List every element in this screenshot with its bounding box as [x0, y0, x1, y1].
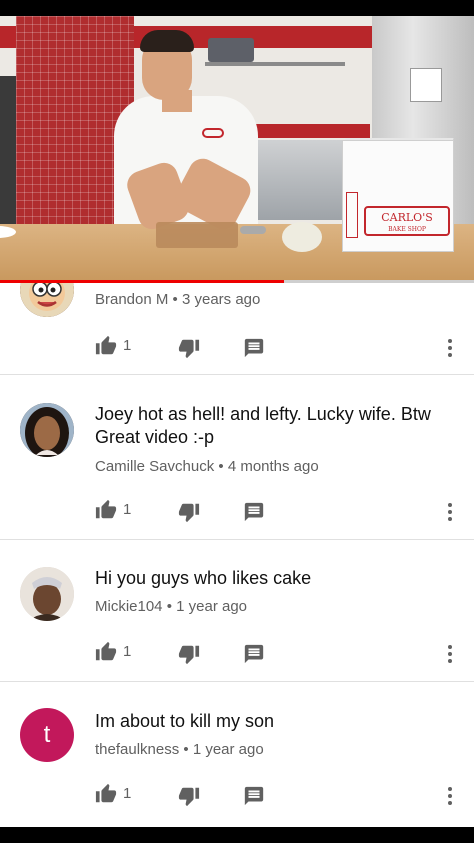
comment-menu-button[interactable] — [441, 785, 459, 807]
cake-box-logo: CARLO'S BAKE SHOP — [364, 206, 450, 236]
comment-author[interactable]: Mickie104 — [95, 598, 163, 615]
avatar-letter: t — [43, 721, 51, 748]
comment-icon — [244, 786, 264, 806]
like-button[interactable] — [95, 335, 117, 357]
comment-text: Im about to kill my son — [95, 711, 275, 731]
like-count: 1 — [123, 643, 132, 660]
more-vertical-icon — [448, 787, 452, 805]
wall-stripe-2 — [250, 124, 370, 138]
thumbs-up-icon — [95, 499, 117, 519]
comment-text: Hi you guys who likes cake — [95, 568, 312, 588]
thumbs-down-icon — [178, 787, 200, 807]
more-vertical-icon — [448, 503, 452, 521]
thumbs-up-icon — [95, 783, 117, 803]
dislike-button[interactable] — [178, 643, 200, 665]
comment-item: Brandon M • 3 years ago 1 — [0, 283, 474, 375]
thumbs-up-icon — [95, 335, 117, 355]
kitchen-machine — [0, 76, 16, 226]
dislike-button[interactable] — [178, 785, 200, 807]
thumbs-down-icon — [178, 339, 200, 359]
comment-item: Joey hot as hell! and lefty. Lucky wife.… — [0, 376, 474, 540]
meta-separator: • — [179, 741, 193, 758]
navigation-bar — [0, 827, 474, 843]
kitchen-tool — [240, 226, 266, 234]
comment-meta: Mickie104 • 1 year ago — [95, 598, 247, 615]
dislike-button[interactable] — [178, 501, 200, 523]
status-bar — [0, 0, 474, 16]
reply-button[interactable] — [243, 785, 265, 807]
reply-button[interactable] — [243, 337, 265, 359]
user-photo-icon — [20, 567, 74, 621]
avatar[interactable] — [20, 567, 74, 621]
comment-age: 1 year ago — [192, 741, 264, 758]
user-photo-icon — [20, 403, 74, 457]
like-count: 1 — [123, 337, 132, 354]
comment-age: 4 months ago — [227, 458, 319, 475]
comment-author[interactable]: thefaulkness — [95, 741, 179, 758]
shelf — [205, 62, 345, 66]
comments-list[interactable]: Brandon M • 3 years ago 1 Joey hot as he… — [0, 283, 474, 827]
avatar[interactable] — [20, 283, 74, 317]
video-player[interactable]: CARLO'S BAKE SHOP — [0, 16, 474, 280]
comment-age: 1 year ago — [176, 598, 248, 615]
cartoon-avatar-icon — [20, 283, 74, 317]
reply-button[interactable] — [243, 643, 265, 665]
comment-meta: Camille Savchuck • 4 months ago — [95, 458, 319, 475]
thumbs-down-icon — [178, 645, 200, 665]
like-button[interactable] — [95, 641, 117, 663]
shelf-items — [208, 38, 254, 62]
thumbs-down-icon — [178, 503, 200, 523]
comment-icon — [244, 644, 264, 664]
meta-separator: • — [168, 291, 182, 308]
comment-actions: 1 — [95, 641, 465, 665]
comment-menu-button[interactable] — [441, 643, 459, 665]
like-count: 1 — [123, 785, 132, 802]
chef-hair — [140, 30, 194, 52]
comment-menu-button[interactable] — [441, 337, 459, 359]
comment-divider — [0, 374, 474, 375]
comment-text: Joey hot as hell! and lefty. Lucky wife.… — [95, 404, 431, 447]
meta-separator: • — [214, 458, 228, 475]
chef-jacket-logo — [202, 128, 224, 138]
comment-icon — [244, 338, 264, 358]
reply-button[interactable] — [243, 501, 265, 523]
tray — [156, 222, 238, 248]
comment-meta: thefaulkness • 1 year ago — [95, 741, 264, 758]
comment-item: Hi you guys who likes cake Mickie104 • 1… — [0, 540, 474, 682]
comment-age: 3 years ago — [181, 291, 261, 308]
fridge-sign — [410, 68, 442, 102]
comment-icon — [244, 502, 264, 522]
comment-meta: Brandon M • 3 years ago — [95, 291, 260, 308]
avatar[interactable]: t — [20, 708, 74, 762]
comment-author[interactable]: Camille Savchuck — [95, 458, 214, 475]
comment-menu-button[interactable] — [441, 501, 459, 523]
cake-box-logo-subtext: BAKE SHOP — [388, 226, 426, 233]
cake-box-side-logo — [346, 192, 358, 238]
meta-separator: • — [162, 598, 177, 615]
like-button[interactable] — [95, 499, 117, 521]
thumbs-up-icon — [95, 641, 117, 661]
comment-item: t Im about to kill my son thefaulkness •… — [0, 682, 474, 824]
like-button[interactable] — [95, 783, 117, 805]
more-vertical-icon — [448, 339, 452, 357]
avatar[interactable] — [20, 403, 74, 457]
comment-actions: 1 — [95, 499, 465, 523]
like-count: 1 — [123, 501, 132, 518]
cabbage — [282, 222, 322, 252]
comment-author[interactable]: Brandon M — [95, 291, 168, 308]
cake-box-logo-text: CARLO'S — [381, 211, 433, 224]
more-vertical-icon — [448, 645, 452, 663]
dislike-button[interactable] — [178, 337, 200, 359]
comment-actions: 1 — [95, 335, 465, 359]
comment-actions: 1 — [95, 783, 465, 807]
